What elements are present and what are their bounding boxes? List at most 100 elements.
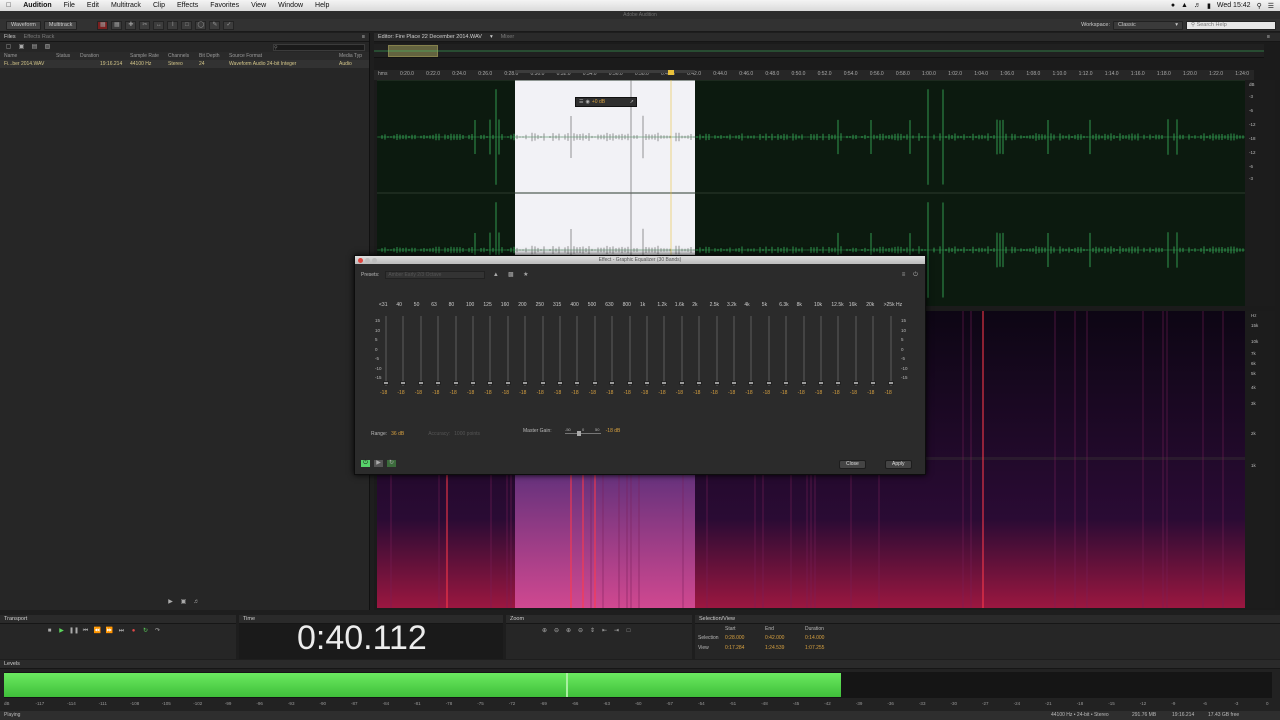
- eq-band-handle[interactable]: [400, 381, 407, 385]
- eq-band-gain-value[interactable]: -18: [502, 390, 509, 396]
- razor-tool-icon[interactable]: ✂: [139, 20, 151, 30]
- clock[interactable]: Wed 15:42: [1217, 2, 1251, 9]
- power-toggle-icon[interactable]: ⏻: [361, 460, 370, 467]
- eq-band-handle[interactable]: [696, 381, 703, 385]
- autoplay-icon[interactable]: ▣: [179, 599, 188, 606]
- pin-icon[interactable]: ➚: [630, 99, 636, 105]
- eq-band-slider[interactable]: [661, 316, 668, 386]
- eq-band-slider[interactable]: [522, 316, 529, 386]
- eq-band-gain-value[interactable]: -18: [450, 390, 457, 396]
- eq-band-slider[interactable]: [435, 316, 442, 386]
- eq-band-gain-value[interactable]: -18: [519, 390, 526, 396]
- eq-band-handle[interactable]: [470, 381, 476, 385]
- volume-icon[interactable]: ♬: [1194, 2, 1201, 9]
- skip-selection-icon[interactable]: ↷: [153, 628, 162, 635]
- eq-band-gain-value[interactable]: -18: [711, 390, 718, 396]
- apply-button[interactable]: Apply: [885, 460, 912, 469]
- eq-band-handle[interactable]: [887, 381, 894, 385]
- stop-icon[interactable]: ■: [45, 628, 54, 635]
- record-icon[interactable]: ●: [129, 628, 138, 635]
- tab-mixer[interactable]: Mixer: [501, 34, 514, 40]
- overview-navigator[interactable]: [374, 44, 1264, 58]
- eq-band-handle[interactable]: [852, 381, 859, 385]
- eq-band-slider[interactable]: [800, 316, 807, 386]
- eq-band-slider[interactable]: [504, 316, 511, 386]
- zoom-in-end-icon[interactable]: ⇥: [612, 628, 621, 635]
- wifi-icon[interactable]: ▲: [1181, 2, 1188, 9]
- files-filter-input[interactable]: ⚲: [273, 43, 365, 51]
- play-icon[interactable]: ▶: [57, 628, 66, 635]
- spectral-display-icon[interactable]: ▦: [97, 20, 109, 30]
- eq-band-slider[interactable]: [783, 316, 790, 386]
- eq-band-gain-value[interactable]: -18: [537, 390, 544, 396]
- eq-band-gain-value[interactable]: -18: [641, 390, 648, 396]
- eq-band-slider[interactable]: [765, 316, 772, 386]
- eq-band-handle[interactable]: [713, 381, 720, 385]
- eq-band-handle[interactable]: [644, 381, 650, 385]
- eq-title-bar[interactable]: Effect - Graphic Equalizer (30 Bands): [355, 256, 925, 264]
- view-end[interactable]: 1:24.539: [765, 645, 784, 651]
- menu-multitrack[interactable]: Multitrack: [105, 2, 147, 9]
- menu-clip[interactable]: Clip: [147, 2, 171, 9]
- hud-volume[interactable]: ☰ ◉ +0 dB ➚: [575, 97, 637, 107]
- eq-band-slider[interactable]: [678, 316, 685, 386]
- import-icon[interactable]: ▤: [30, 44, 39, 51]
- eq-band-slider[interactable]: [557, 316, 563, 386]
- eq-band-handle[interactable]: [435, 381, 442, 385]
- eq-band-slider[interactable]: [470, 316, 476, 386]
- tab-effects-rack[interactable]: Effects Rack: [24, 34, 55, 40]
- eq-band-gain-value[interactable]: -18: [850, 390, 857, 396]
- eq-band-handle[interactable]: [383, 381, 389, 385]
- pitch-display-icon[interactable]: ▦: [111, 20, 123, 30]
- master-gain-slider[interactable]: -50 0 50: [565, 427, 603, 439]
- accuracy-value[interactable]: 1000 points: [454, 431, 480, 437]
- eq-band-gain-value[interactable]: -18: [554, 390, 561, 396]
- eq-band-slider[interactable]: [539, 316, 546, 386]
- rewind-icon[interactable]: ⏪: [93, 628, 102, 635]
- menu-file[interactable]: File: [58, 2, 81, 9]
- eq-band-slider[interactable]: [574, 316, 581, 386]
- file-row[interactable]: Fi...ber 2014.WAV 19:16.214 44100 Hz Ste…: [0, 60, 369, 68]
- status-icon[interactable]: ●: [1171, 2, 1175, 9]
- eq-band-handle[interactable]: [661, 381, 668, 385]
- col-bit-depth[interactable]: Bit Depth: [199, 53, 229, 59]
- eq-band-handle[interactable]: [748, 381, 755, 385]
- view-start[interactable]: 0:17.284: [725, 645, 744, 651]
- menu-app-name[interactable]: Audition: [17, 2, 57, 9]
- eq-band-gain-value[interactable]: -18: [780, 390, 787, 396]
- favorite-star-icon[interactable]: ★: [521, 272, 530, 279]
- eq-band-handle[interactable]: [609, 381, 616, 385]
- eq-band-gain-value[interactable]: -18: [432, 390, 439, 396]
- eq-band-gain-value[interactable]: -18: [484, 390, 491, 396]
- eq-band-handle[interactable]: [452, 381, 459, 385]
- editor-tab-chevron-icon[interactable]: ▾: [490, 34, 493, 40]
- eq-band-gain-value[interactable]: -18: [815, 390, 822, 396]
- eq-band-handle[interactable]: [800, 381, 807, 385]
- battery-icon[interactable]: ▮: [1207, 2, 1211, 10]
- eq-band-gain-value[interactable]: -18: [415, 390, 422, 396]
- eq-band-slider[interactable]: [452, 316, 459, 386]
- playhead-marker-icon[interactable]: [668, 70, 674, 75]
- eq-band-handle[interactable]: [870, 381, 877, 385]
- zoom-selection-icon[interactable]: □: [624, 628, 633, 635]
- zoom-in-time-icon[interactable]: ⊕: [564, 628, 573, 635]
- eq-band-slider[interactable]: [626, 316, 633, 386]
- save-preset-icon[interactable]: ▲: [491, 272, 500, 279]
- eq-band-handle[interactable]: [504, 381, 511, 385]
- eq-band-gain-value[interactable]: -18: [832, 390, 839, 396]
- col-duration[interactable]: Duration: [80, 53, 130, 59]
- apple-icon[interactable]: : [0, 2, 17, 9]
- zoom-out-full-icon[interactable]: ⇕: [588, 628, 597, 635]
- eq-band-gain-value[interactable]: -18: [571, 390, 578, 396]
- volume-knob-icon[interactable]: ◉: [585, 99, 589, 105]
- col-source-format[interactable]: Source Format: [229, 53, 339, 59]
- close-window-icon[interactable]: [358, 257, 363, 263]
- move-tool-icon[interactable]: ✚: [125, 20, 137, 30]
- eq-band-handle[interactable]: [783, 381, 790, 385]
- eq-band-slider[interactable]: [887, 316, 894, 386]
- spot-healing-tool-icon[interactable]: ✓: [223, 20, 235, 30]
- selection-start[interactable]: 0:28.000: [725, 635, 744, 641]
- eq-band-handle[interactable]: [574, 381, 581, 385]
- current-time[interactable]: 0:40.112: [297, 619, 427, 658]
- tab-editor[interactable]: Editor: Fire Place 22 December 2014.WAV: [378, 34, 482, 40]
